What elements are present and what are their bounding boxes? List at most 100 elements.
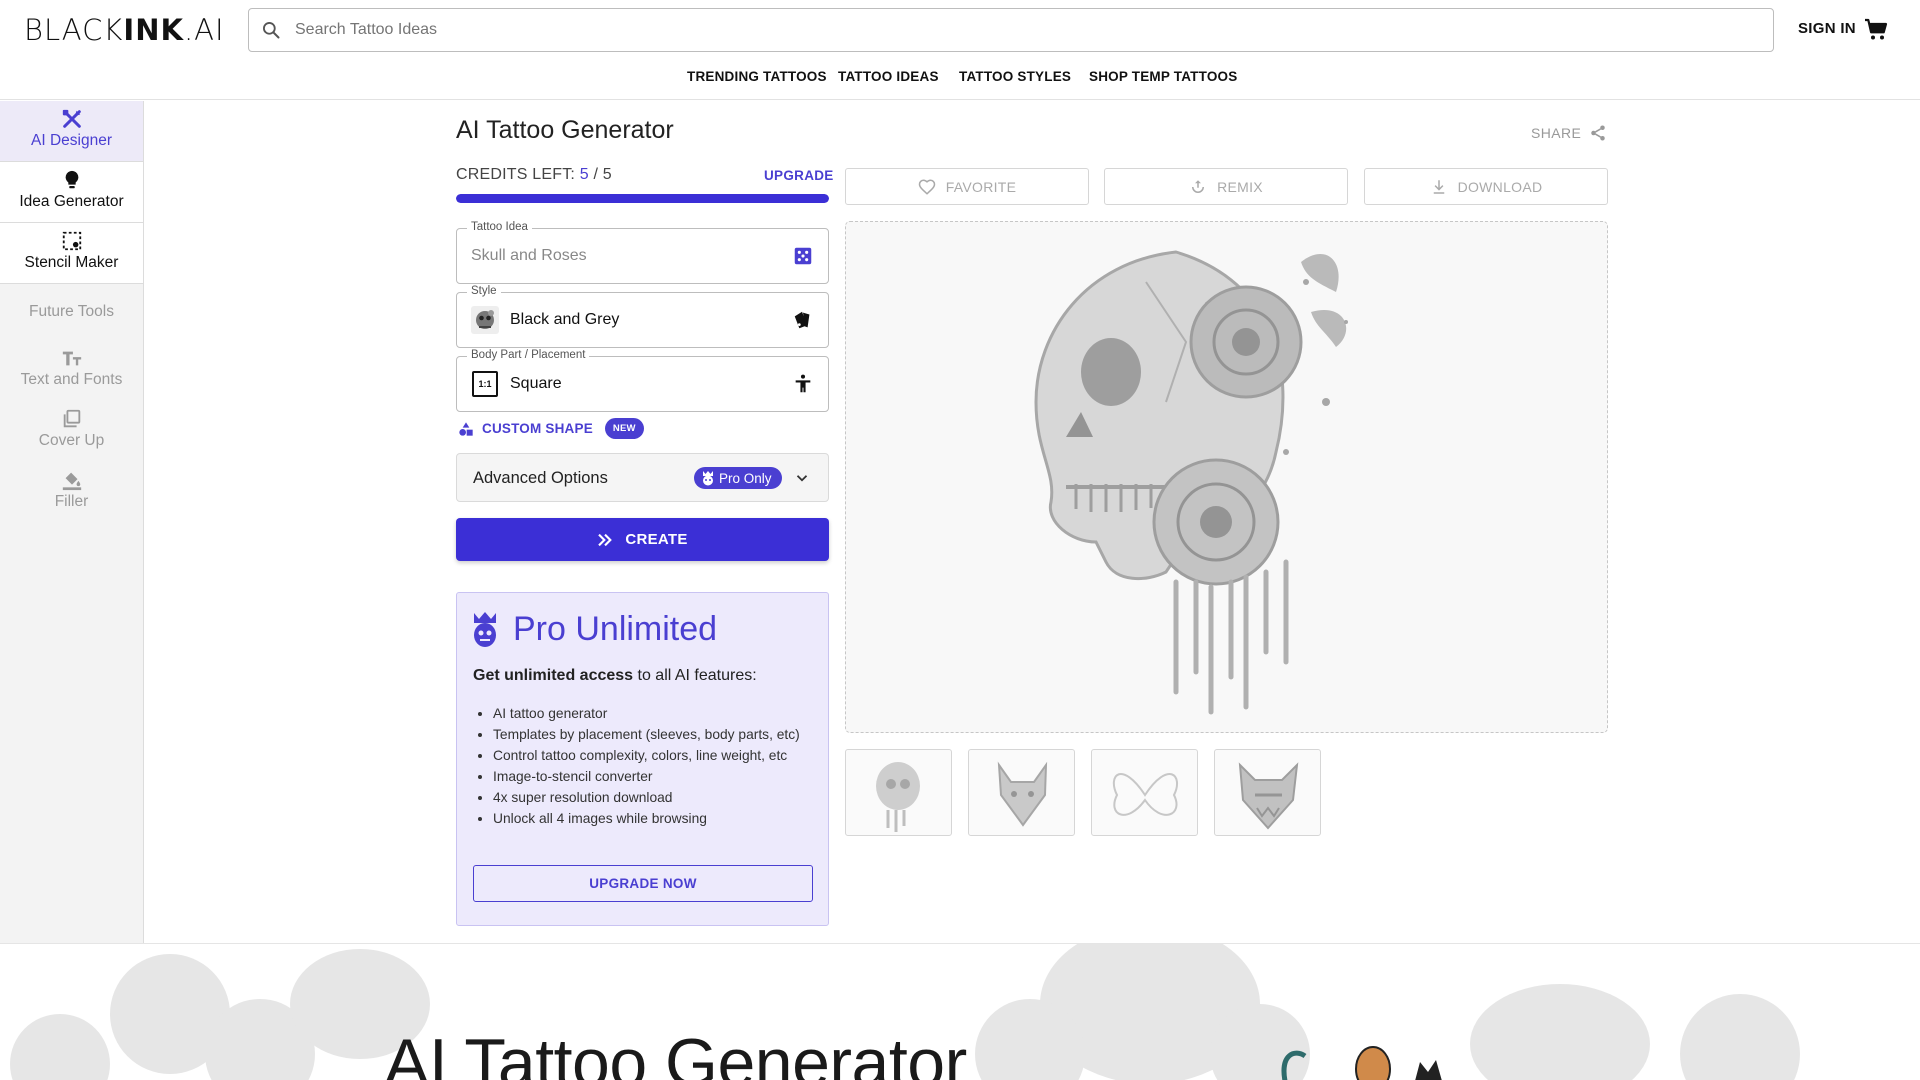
random-dice-icon[interactable] bbox=[792, 245, 814, 267]
blackink-logo[interactable]: BLACKINK.AI bbox=[24, 13, 225, 47]
new-badge: NEW bbox=[604, 418, 644, 439]
placement-legend: Body Part / Placement bbox=[467, 349, 590, 361]
generated-tattoo-preview[interactable] bbox=[845, 221, 1608, 733]
advanced-options-accordion[interactable]: Advanced Options Pro Only bbox=[456, 453, 829, 502]
hero-section: AI Tattoo Generator bbox=[0, 943, 1920, 1080]
heart-icon bbox=[918, 178, 935, 195]
paint-bucket-icon bbox=[62, 472, 81, 491]
double-chevron-right-icon bbox=[598, 533, 613, 546]
sidebar-item-cover-up: Cover Up bbox=[0, 408, 143, 450]
demon-thumbnail-image bbox=[1238, 762, 1299, 830]
credits-counter: CREDITS LEFT: 5 / 5 bbox=[456, 166, 612, 184]
style-swatches-icon[interactable] bbox=[792, 309, 814, 331]
style-legend: Style bbox=[467, 285, 501, 297]
placement-select[interactable]: Body Part / Placement 1:1 Square bbox=[456, 349, 829, 412]
pro-crown-icon bbox=[703, 471, 713, 486]
body-figure-icon[interactable] bbox=[792, 373, 814, 395]
search-bar[interactable] bbox=[248, 8, 1774, 52]
credits-progress-fill bbox=[456, 194, 829, 203]
sidebar-item-label: AI Designer bbox=[31, 132, 112, 149]
download-button[interactable]: DOWNLOAD bbox=[1364, 168, 1608, 205]
skull-and-roses-tattoo-image bbox=[1034, 250, 1348, 715]
stencil-select-icon bbox=[62, 231, 81, 251]
pro-card-lead: Get unlimited access to all AI features: bbox=[473, 667, 757, 684]
shapes-icon bbox=[459, 421, 473, 436]
style-value: Black and Grey bbox=[510, 311, 620, 328]
hero-title: AI Tattoo Generator bbox=[384, 1025, 967, 1080]
create-button[interactable]: CREATE bbox=[456, 518, 829, 561]
black-and-grey-style-thumbnail bbox=[471, 306, 499, 334]
download-label: DOWNLOAD bbox=[1457, 178, 1543, 195]
style-select[interactable]: Style Black and Grey bbox=[456, 285, 829, 348]
credits-separator: / bbox=[593, 166, 599, 183]
sidebar-item-stencil-maker[interactable]: Stencil Maker bbox=[0, 223, 143, 284]
pro-crown-icon bbox=[474, 612, 496, 647]
remix-icon bbox=[1192, 179, 1205, 193]
pro-feature-list: AI tattoo generator Templates by placeme… bbox=[493, 703, 823, 829]
credits-total: 5 bbox=[602, 166, 612, 183]
sidebar-item-idea-generator[interactable]: Idea Generator bbox=[0, 162, 143, 223]
page-title: AI Tattoo Generator bbox=[456, 116, 674, 144]
share-icon bbox=[1591, 125, 1605, 141]
thumbnail-demon[interactable] bbox=[1214, 749, 1321, 836]
tattoo-idea-input[interactable]: Skull and Roses bbox=[471, 247, 587, 265]
site-header: BLACKINK.AI SIGN IN TRENDING TATTOOS TAT… bbox=[0, 0, 1920, 100]
download-icon bbox=[1433, 179, 1444, 194]
pro-unlimited-card: Pro Unlimited Get unlimited access to al… bbox=[456, 592, 829, 926]
shopping-cart-icon[interactable] bbox=[1864, 18, 1888, 42]
sidebar-item-filler: Filler bbox=[0, 469, 143, 511]
credits-used: 5 bbox=[579, 166, 589, 183]
create-label: CREATE bbox=[625, 531, 688, 548]
list-item: 4x super resolution download bbox=[493, 787, 823, 808]
thumbnail-butterfly[interactable] bbox=[1091, 749, 1198, 836]
chevron-down-icon bbox=[796, 475, 808, 482]
skull-thumbnail-image bbox=[876, 762, 920, 832]
wolf-thumbnail-image bbox=[997, 761, 1048, 827]
pro-only-badge: Pro Only bbox=[694, 467, 782, 489]
custom-shape-link[interactable]: CUSTOM SHAPE NEW bbox=[458, 418, 644, 439]
tattoo-idea-field[interactable]: Tattoo Idea Skull and Roses bbox=[456, 221, 829, 284]
sidebar-item-text-fonts: Text and Fonts bbox=[0, 347, 143, 389]
list-item: Unlock all 4 images while browsing bbox=[493, 808, 823, 829]
nav-shop-temp-tattoos[interactable]: SHOP TEMP TATTOOS bbox=[1089, 69, 1237, 84]
favorite-button[interactable]: FAVORITE bbox=[845, 168, 1089, 205]
pro-only-label: Pro Only bbox=[719, 470, 772, 486]
thumbnail-skull[interactable] bbox=[845, 749, 952, 836]
upgrade-now-button[interactable]: UPGRADE NOW bbox=[473, 865, 813, 902]
share-button[interactable]: SHARE bbox=[1531, 124, 1607, 142]
favorite-label: FAVORITE bbox=[945, 178, 1017, 195]
remix-button[interactable]: REMIX bbox=[1104, 168, 1348, 205]
text-format-icon bbox=[62, 351, 81, 366]
custom-shape-label: CUSTOM SHAPE bbox=[482, 421, 593, 436]
search-input[interactable] bbox=[295, 21, 1695, 39]
nav-tattoo-styles[interactable]: TATTOO STYLES bbox=[959, 69, 1071, 84]
square-aspect-icon: 1:1 bbox=[472, 371, 498, 397]
lightbulb-icon bbox=[65, 170, 78, 189]
sidebar-item-ai-designer[interactable]: AI Designer bbox=[0, 101, 143, 162]
sign-in-link[interactable]: SIGN IN bbox=[1798, 20, 1856, 37]
design-tools-icon bbox=[62, 109, 81, 128]
tools-sidebar: AI Designer Idea Generator Stencil Maker… bbox=[0, 101, 144, 943]
thumbnail-wolf[interactable] bbox=[968, 749, 1075, 836]
sidebar-item-label: Stencil Maker bbox=[24, 254, 119, 271]
list-item: Templates by placement (sleeves, body pa… bbox=[493, 724, 823, 745]
future-tools-heading: Future Tools bbox=[28, 303, 114, 320]
list-item: Image-to-stencil converter bbox=[493, 766, 823, 787]
sidebar-item-label: Idea Generator bbox=[19, 193, 124, 210]
tattoo-idea-legend: Tattoo Idea bbox=[467, 221, 532, 233]
credits-progress-bar bbox=[456, 194, 829, 203]
share-label: SHARE bbox=[1531, 125, 1582, 141]
nav-tattoo-ideas[interactable]: TATTOO IDEAS bbox=[838, 69, 939, 84]
top-navigation: TRENDING TATTOOS TATTOO IDEAS TATTOO STY… bbox=[0, 69, 1920, 89]
advanced-options-label: Advanced Options bbox=[473, 469, 608, 487]
credits-label: CREDITS LEFT: bbox=[456, 166, 576, 183]
nav-trending-tattoos[interactable]: TRENDING TATTOOS bbox=[687, 69, 827, 84]
placement-value: Square bbox=[510, 375, 562, 392]
layers-icon bbox=[63, 409, 80, 428]
butterfly-thumbnail-image bbox=[1112, 773, 1179, 816]
list-item: Control tattoo complexity, colors, line … bbox=[493, 745, 823, 766]
list-item: AI tattoo generator bbox=[493, 703, 823, 724]
pro-card-title: Pro Unlimited bbox=[513, 610, 718, 648]
upgrade-link[interactable]: UPGRADE bbox=[764, 168, 834, 183]
remix-label: REMIX bbox=[1217, 178, 1263, 195]
